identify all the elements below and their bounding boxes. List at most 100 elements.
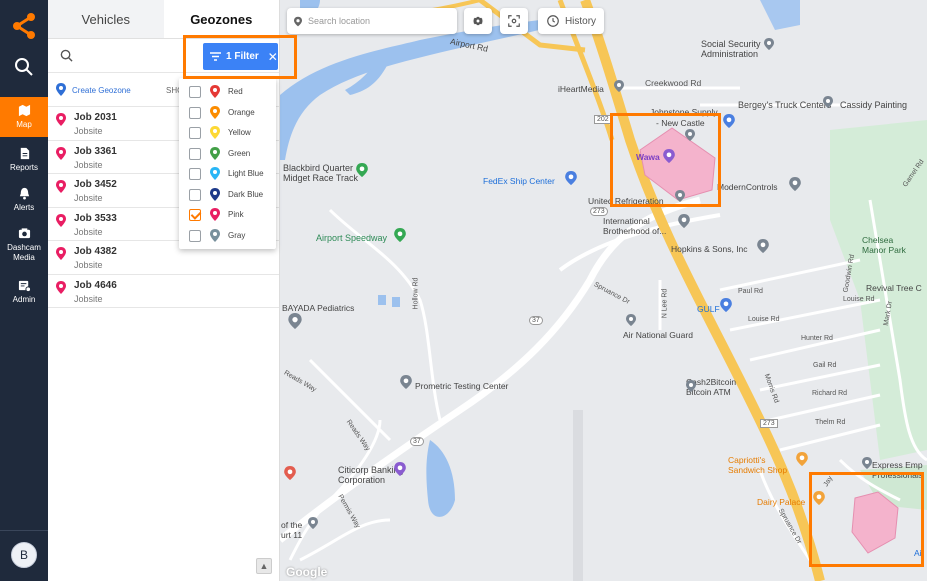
- color-pin-icon: [210, 146, 220, 160]
- color-filter-option[interactable]: Yellow: [179, 123, 276, 143]
- filter-checkbox[interactable]: [189, 86, 201, 98]
- filter-option-label: Light Blue: [228, 169, 264, 178]
- poi-marker-icon[interactable]: [400, 375, 412, 389]
- nav-alerts-label: Alerts: [13, 203, 35, 212]
- color-filter-option[interactable]: Green: [179, 144, 276, 164]
- road-label: Hunter Rd: [801, 335, 833, 342]
- color-pin-icon: [210, 85, 220, 98]
- filter-checkbox[interactable]: [189, 188, 201, 201]
- camera-icon: [18, 228, 30, 239]
- chevron-up-icon: ▲: [259, 561, 269, 571]
- color-filter-option[interactable]: Dark Blue: [179, 185, 276, 205]
- poi-marker-icon[interactable]: [789, 177, 801, 191]
- add-location-icon: [56, 83, 66, 96]
- pink-pin-icon: [56, 146, 66, 160]
- gear-icon: [472, 16, 484, 26]
- search-icon[interactable]: [14, 57, 34, 77]
- route-shield: 37: [410, 437, 424, 446]
- pink-pin-icon: [56, 247, 66, 260]
- poi-marker-icon[interactable]: [614, 80, 624, 92]
- filter-checkbox[interactable]: [189, 127, 201, 139]
- poi-label: GULF: [697, 304, 720, 314]
- restaurant-marker-icon[interactable]: [284, 466, 296, 480]
- geozone-type: Jobsite: [74, 260, 103, 270]
- poi-marker-icon[interactable]: [678, 214, 690, 228]
- history-button[interactable]: History: [538, 8, 604, 34]
- pink-pin-icon: [56, 113, 66, 126]
- filter-option-label: Green: [228, 148, 251, 158]
- filter-checkbox[interactable]: [189, 209, 201, 221]
- restaurant-marker-icon[interactable]: [796, 452, 808, 466]
- nav-admin[interactable]: Admin: [0, 272, 48, 312]
- color-pin-icon: [210, 187, 220, 201]
- road-label: Thelm Rd: [815, 419, 846, 426]
- route-shield: 273: [590, 207, 608, 216]
- document-icon: [20, 147, 29, 160]
- filter-checkbox[interactable]: [189, 106, 201, 119]
- geozone-name: Job 3452: [74, 179, 117, 190]
- geozone-name: Job 3533: [74, 212, 117, 224]
- color-pin-icon: [210, 208, 220, 221]
- filter-option-label: Yellow: [228, 128, 251, 137]
- settings-button[interactable]: [464, 8, 492, 34]
- road-label: Gail Rd: [813, 362, 837, 369]
- geozone-list-item[interactable]: Job 4646 Jobsite: [48, 275, 279, 308]
- user-avatar[interactable]: B: [11, 542, 37, 568]
- filter-checkbox[interactable]: [189, 229, 201, 242]
- map-icon: [18, 104, 30, 117]
- geozone-name: Job 4646: [74, 279, 117, 291]
- poi-label: Air National Guard: [623, 330, 693, 340]
- poi-marker-icon[interactable]: [626, 314, 636, 326]
- filter-option-label: Pink: [228, 210, 244, 219]
- nav-reports-label: Reports: [9, 163, 38, 172]
- filter-option-label: Orange: [228, 107, 255, 117]
- poi-marker-icon[interactable]: [308, 517, 318, 529]
- nav-dashcam-media[interactable]: Dashcam Media: [0, 222, 48, 268]
- color-filter-option[interactable]: Gray: [179, 226, 276, 246]
- park-marker-icon[interactable]: [356, 163, 368, 177]
- shop-marker-icon[interactable]: [720, 298, 732, 312]
- geozone-name: Job 2031: [74, 112, 117, 123]
- nav-map[interactable]: Map: [0, 97, 48, 137]
- road-label: Creekwood Rd: [645, 78, 702, 88]
- poi-marker-icon[interactable]: [862, 457, 872, 469]
- poi-marker-icon[interactable]: [764, 38, 774, 50]
- geozone-type: Jobsite: [74, 293, 103, 304]
- color-pin-icon: [210, 105, 220, 119]
- poi-marker-icon[interactable]: [757, 239, 769, 253]
- filter-option-label: Gray: [228, 230, 246, 240]
- nav-rail: Map Reports Alerts Dashcam Media Admin B: [0, 0, 48, 581]
- poi-label: Blackbird Quarter Midget Race Track: [283, 163, 359, 183]
- poi-marker-icon[interactable]: [823, 96, 833, 108]
- nav-alerts[interactable]: Alerts: [0, 180, 48, 220]
- bank-marker-icon[interactable]: [394, 462, 406, 476]
- location-search-input[interactable]: Search location: [287, 8, 457, 34]
- poi-label: Dairy Palace: [757, 497, 806, 507]
- filter-option-label: Dark Blue: [228, 189, 264, 199]
- filter-checkbox[interactable]: [189, 147, 201, 160]
- poi-label: Airport Speedway: [316, 233, 388, 243]
- color-filter-option[interactable]: Light Blue: [179, 164, 276, 184]
- shop-marker-icon[interactable]: [723, 114, 735, 128]
- park-marker-icon[interactable]: [394, 228, 406, 242]
- nav-map-label: Map: [16, 120, 32, 129]
- color-filter-option[interactable]: Red: [179, 82, 276, 102]
- poi-marker-icon[interactable]: [288, 313, 302, 329]
- geozone-name: Job 4382: [74, 246, 117, 257]
- tab-vehicles[interactable]: Vehicles: [48, 0, 164, 38]
- poi-label: Chelsea Manor Park: [862, 235, 906, 255]
- geozone-type: Jobsite: [74, 159, 103, 170]
- geozone-highlight: [610, 113, 721, 207]
- create-geozone-link[interactable]: Create Geozone: [72, 86, 131, 95]
- shop-marker-icon[interactable]: [565, 171, 577, 185]
- road-label: Richard Rd: [812, 390, 848, 397]
- color-filter-option[interactable]: Pink: [179, 205, 276, 225]
- tab-geozones[interactable]: Geozones: [163, 0, 279, 38]
- poi-marker-icon[interactable]: [686, 380, 696, 392]
- color-filter-option[interactable]: Orange: [179, 103, 276, 123]
- collapse-panel-button[interactable]: ▲: [256, 558, 272, 574]
- color-pin-icon: [210, 126, 220, 139]
- nav-reports[interactable]: Reports: [0, 140, 48, 180]
- fit-view-button[interactable]: [500, 8, 528, 34]
- filter-checkbox[interactable]: [189, 168, 201, 180]
